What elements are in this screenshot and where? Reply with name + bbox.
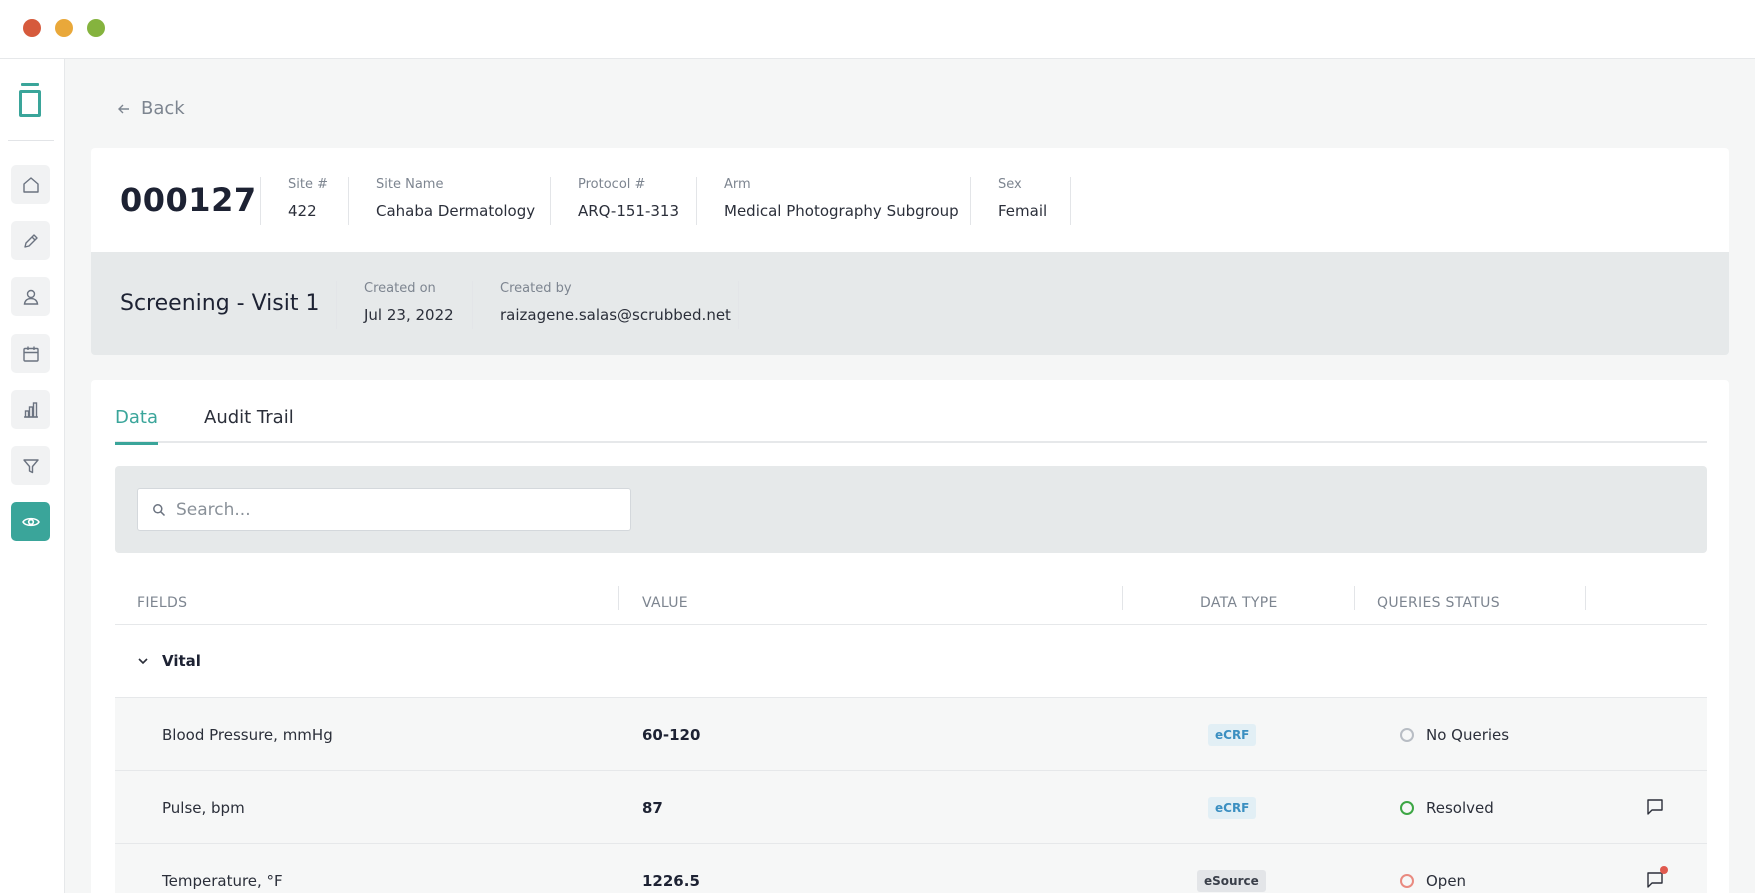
- back-link[interactable]: Back: [117, 98, 185, 119]
- field-name: Pulse, bpm: [162, 798, 245, 817]
- column-divider: [1585, 586, 1586, 610]
- status-label: No Queries: [1426, 725, 1510, 744]
- back-label: Back: [141, 98, 185, 119]
- column-divider: [618, 586, 619, 610]
- queries-status: Open: [1400, 844, 1466, 893]
- protocol-number-value: ARQ-151-313: [578, 202, 679, 220]
- app-logo: [19, 83, 41, 117]
- created-by: Created by raizagene.salas@scrubbed.net: [472, 281, 731, 329]
- table-row[interactable]: Temperature, °F 1226.5 eSource Open: [115, 844, 1707, 893]
- arm-label: Arm: [724, 177, 751, 192]
- sidebar-item-reports[interactable]: [11, 390, 50, 429]
- pen-icon: [23, 233, 38, 248]
- tab-data[interactable]: Data: [115, 407, 158, 445]
- minimize-window-button[interactable]: [55, 19, 73, 37]
- column-divider: [1122, 586, 1123, 610]
- meta-divider: [1070, 177, 1071, 225]
- status-open-icon: [1400, 873, 1414, 888]
- data-type-badge: eSource: [1197, 869, 1266, 892]
- sidebar-item-review[interactable]: [11, 502, 50, 541]
- patient-header: 000127 Site # 422 Site Name Cahaba Derma…: [91, 148, 1729, 252]
- home-icon: [22, 176, 39, 193]
- data-type-badge: eCRF: [1208, 796, 1257, 819]
- field-name: Blood Pressure, mmHg: [162, 725, 333, 744]
- created-by-label: Created by: [500, 281, 572, 296]
- search-panel: [115, 466, 1707, 553]
- field-value: 1226.5: [642, 871, 700, 890]
- field-value: 87: [642, 798, 663, 817]
- site-name-label: Site Name: [376, 177, 444, 192]
- filter-icon: [22, 458, 39, 473]
- status-label: Resolved: [1426, 798, 1494, 817]
- column-value: VALUE: [642, 594, 688, 611]
- chevron-down-icon: [138, 658, 148, 665]
- search-box: [137, 488, 631, 531]
- sidebar-item-filter[interactable]: [11, 446, 50, 485]
- sidebar-item-calendar[interactable]: [11, 334, 50, 373]
- close-window-button[interactable]: [23, 19, 41, 37]
- comment-button[interactable]: [1645, 797, 1665, 817]
- protocol-number-label: Protocol #: [578, 177, 646, 192]
- data-type-badge: eCRF: [1208, 723, 1257, 746]
- column-queries-status: QUERIES STATUS: [1377, 594, 1500, 611]
- sidebar-item-edit[interactable]: [11, 221, 50, 260]
- tab-bar: Data Audit Trail: [115, 380, 1707, 445]
- tab-audit-trail[interactable]: Audit Trail: [204, 407, 294, 442]
- field-value: 60-120: [642, 725, 701, 744]
- sex-value: Femail: [998, 202, 1048, 220]
- column-divider: [1354, 586, 1355, 610]
- table-header: FIELDS VALUE DATA TYPE QUERIES STATUS: [115, 580, 1707, 625]
- created-on: Created on Jul 23, 2022: [336, 281, 454, 329]
- column-data-type: DATA TYPE: [1200, 594, 1278, 611]
- window-titlebar: [0, 0, 1755, 59]
- meta-divider: [738, 281, 739, 329]
- comment-button[interactable]: [1645, 866, 1668, 890]
- calendar-icon: [22, 346, 39, 362]
- site-name-value: Cahaba Dermatology: [376, 202, 536, 220]
- sex-label: Sex: [998, 177, 1022, 192]
- arm: Arm Medical Photography Subgroup: [696, 177, 959, 225]
- sidebar-divider: [8, 140, 54, 141]
- created-by-value: raizagene.salas@scrubbed.net: [500, 306, 731, 324]
- data-type: eSource: [1197, 844, 1266, 893]
- unread-indicator: [1660, 866, 1668, 874]
- site-number-value: 422: [288, 202, 317, 220]
- arrow-left-icon: [118, 104, 129, 113]
- data-panel: Data Audit Trail FIELDS VALUE DATA TYPE …: [91, 380, 1729, 893]
- maximize-window-button[interactable]: [87, 19, 105, 37]
- table-row[interactable]: Blood Pressure, mmHg 60-120 eCRF No Quer…: [115, 698, 1707, 771]
- patient-id: 000127: [120, 181, 257, 219]
- table-row[interactable]: Pulse, bpm 87 eCRF Resolved: [115, 771, 1707, 844]
- bar-chart-icon: [23, 401, 38, 418]
- data-type: eCRF: [1208, 771, 1257, 844]
- created-on-value: Jul 23, 2022: [364, 306, 454, 324]
- sidebar-item-home[interactable]: [11, 165, 50, 204]
- queries-status: No Queries: [1400, 698, 1509, 771]
- search-input[interactable]: [138, 489, 630, 530]
- comment-icon: [1647, 799, 1663, 815]
- site-number-label: Site #: [288, 177, 328, 192]
- eye-icon: [21, 517, 40, 526]
- field-name: Temperature, °F: [162, 871, 283, 890]
- column-fields: FIELDS: [137, 594, 188, 611]
- queries-status: Resolved: [1400, 771, 1494, 844]
- sex: Sex Femail: [970, 177, 1047, 225]
- search-icon: [153, 504, 166, 517]
- group-label: Vital: [162, 652, 201, 670]
- user-icon: [23, 289, 38, 305]
- site-number: Site # 422: [260, 177, 328, 225]
- sidebar-item-patients[interactable]: [11, 277, 50, 316]
- site-name: Site Name Cahaba Dermatology: [348, 177, 535, 225]
- status-none-icon: [1400, 727, 1414, 742]
- visit-title: Screening - Visit 1: [120, 291, 320, 316]
- arm-value: Medical Photography Subgroup: [724, 202, 959, 220]
- created-on-label: Created on: [364, 281, 436, 296]
- data-type: eCRF: [1208, 698, 1257, 771]
- sidebar: [0, 59, 65, 893]
- protocol-number: Protocol # ARQ-151-313: [550, 177, 679, 225]
- group-vital[interactable]: Vital: [115, 625, 1707, 698]
- visit-header: Screening - Visit 1 Created on Jul 23, 2…: [91, 252, 1729, 355]
- status-resolved-icon: [1400, 800, 1414, 815]
- status-label: Open: [1426, 871, 1467, 890]
